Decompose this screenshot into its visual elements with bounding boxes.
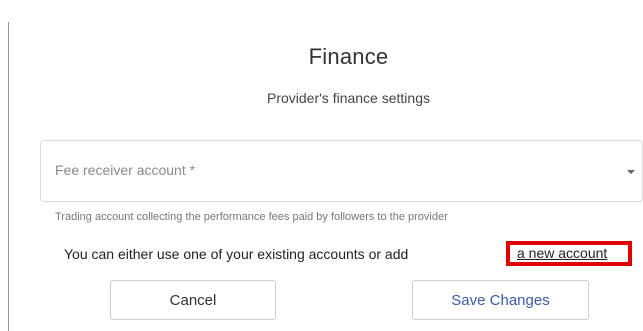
left-divider <box>8 22 9 331</box>
cancel-button[interactable]: Cancel <box>110 280 276 320</box>
save-changes-button[interactable]: Save Changes <box>412 280 589 320</box>
fee-receiver-account-label: Fee receiver account * <box>55 162 196 178</box>
account-info-text: You can either use one of your existing … <box>64 246 409 262</box>
new-account-link[interactable]: a new account <box>506 241 632 266</box>
fee-receiver-helper-text: Trading account collecting the performan… <box>55 211 448 223</box>
dialog-title: Finance <box>308 44 389 69</box>
chevron-down-icon[interactable] <box>627 170 635 174</box>
dialog-subtitle: Provider's finance settings <box>267 90 430 106</box>
fee-receiver-account-select[interactable]: Fee receiver account * <box>40 140 643 202</box>
finance-dialog: Finance Provider's finance settings Fee … <box>0 0 643 331</box>
